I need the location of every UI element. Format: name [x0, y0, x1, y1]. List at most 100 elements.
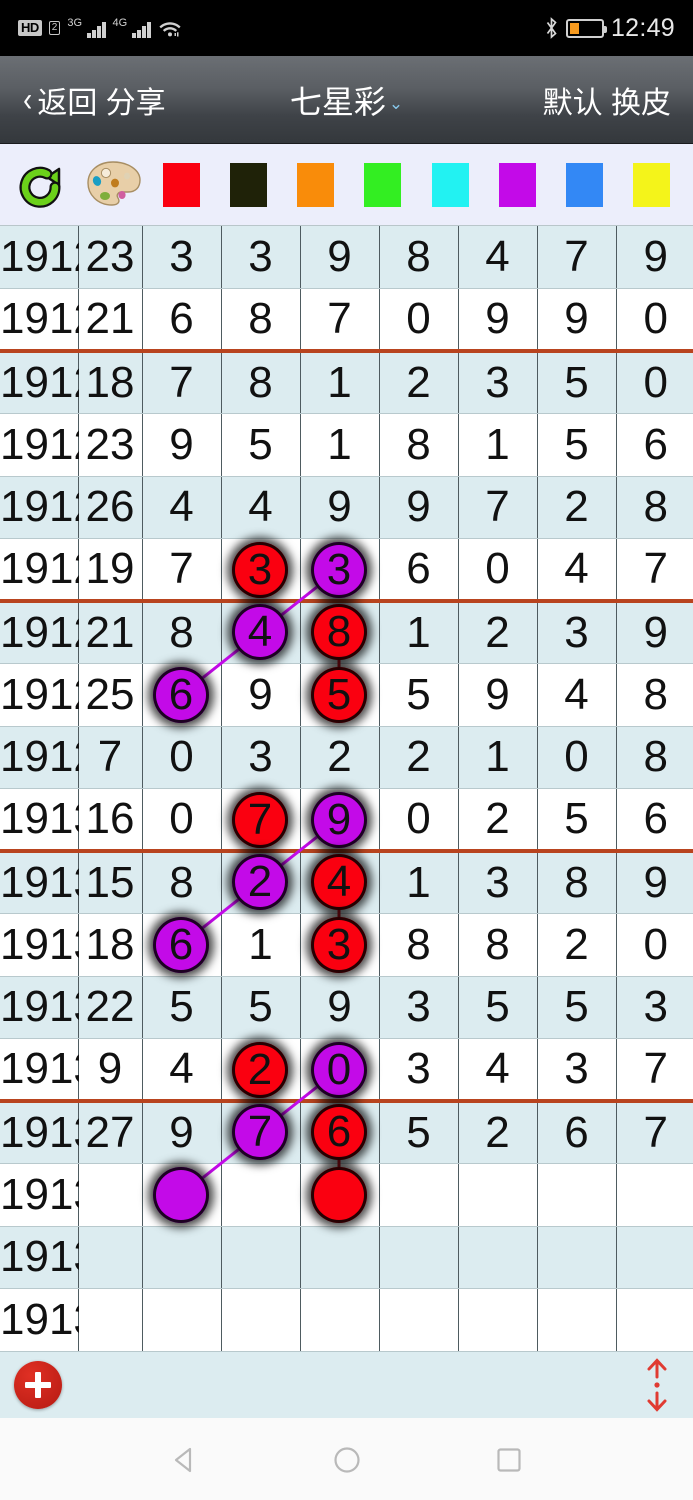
cell-digit[interactable]: 8	[379, 913, 459, 977]
cell-digit[interactable]: 9	[537, 288, 617, 353]
cell-digit[interactable]: 2	[379, 351, 459, 414]
refresh-button[interactable]	[8, 157, 78, 213]
cell-digit[interactable]: 8	[616, 663, 693, 727]
cell-digit[interactable]: 4	[458, 1038, 538, 1103]
cell-digit[interactable]	[458, 1226, 538, 1289]
cell-digit[interactable]: 8	[616, 476, 693, 539]
cell-digit[interactable]: 4	[458, 226, 538, 289]
table-row[interactable]: 19126 19 7 3 3 6 0 4 7	[0, 538, 693, 603]
cell-digit[interactable]: 6	[300, 1101, 380, 1164]
cell-digit[interactable]: 2	[458, 601, 538, 664]
cell-digit[interactable]	[379, 1288, 459, 1352]
cell-digit[interactable]: 4	[142, 1038, 222, 1103]
cell-digit[interactable]: 8	[142, 601, 222, 664]
cell-digit[interactable]: 1	[300, 351, 380, 414]
cell-digit[interactable]: 4	[537, 663, 617, 727]
table-row[interactable]: 19121 23 3 3 9 8 4 7 9	[0, 226, 693, 289]
table-row[interactable]: 19130 16 0 7 9 0 2 5 6	[0, 788, 693, 853]
cell-digit[interactable]: 1	[458, 726, 538, 789]
table-row[interactable]: 19129 7 0 3 2 2 1 0 8	[0, 726, 693, 789]
table-row[interactable]: 19125 26 4 4 9 9 7 2 8	[0, 476, 693, 539]
swatch-black[interactable]	[230, 162, 268, 207]
skin-switch-button[interactable]: 默认 换皮	[543, 78, 671, 122]
cell-digit[interactable]: 3	[379, 976, 459, 1039]
cell-digit[interactable]: 9	[300, 976, 380, 1039]
cell-digit[interactable]: 1	[300, 413, 380, 477]
cell-digit[interactable]	[300, 1226, 380, 1289]
cell-digit[interactable]	[458, 1288, 538, 1352]
table-row[interactable]: 19131 15 8 2 4 1 3 8 9	[0, 851, 693, 914]
cell-digit[interactable]: 5	[300, 663, 380, 727]
cell-digit[interactable]: 5	[458, 976, 538, 1039]
cell-digit[interactable]: 6	[142, 663, 222, 727]
back-triangle-icon[interactable]	[169, 1444, 201, 1476]
cell-digit[interactable]: 2	[300, 726, 380, 789]
cell-digit[interactable]	[300, 1288, 380, 1352]
cell-digit[interactable]: 8	[537, 851, 617, 914]
swatch-yellow[interactable]	[632, 162, 670, 207]
cell-digit[interactable]: 9	[616, 601, 693, 664]
cell-digit[interactable]: 3	[300, 538, 380, 603]
cell-digit[interactable]: 3	[616, 976, 693, 1039]
cell-digit[interactable]: 8	[221, 351, 301, 414]
table-row[interactable]: 19132 18 6 1 3 8 8 2 0	[0, 913, 693, 977]
cell-digit[interactable]: 3	[379, 1038, 459, 1103]
cell-digit[interactable]	[379, 1163, 459, 1227]
cell-digit[interactable]: 0	[142, 788, 222, 853]
cell-digit[interactable]: 6	[142, 913, 222, 977]
cell-digit[interactable]: 5	[379, 1101, 459, 1164]
cell-digit[interactable]	[221, 1163, 301, 1227]
cell-digit[interactable]: 2	[458, 1101, 538, 1164]
cell-digit[interactable]: 7	[221, 788, 301, 853]
cell-digit[interactable]: 5	[537, 413, 617, 477]
cell-digit[interactable]: 9	[142, 1101, 222, 1164]
cell-digit[interactable]: 6	[616, 413, 693, 477]
table-row[interactable]: 19136	[0, 1163, 693, 1227]
add-row-button[interactable]	[14, 1360, 62, 1409]
cell-digit[interactable]: 4	[221, 601, 301, 664]
table-row[interactable]: 19128 25 6 9 5 5 9 4 8	[0, 663, 693, 727]
cell-digit[interactable]	[458, 1163, 538, 1227]
cell-digit[interactable]: 1	[379, 851, 459, 914]
cell-digit[interactable]	[142, 1163, 222, 1227]
cell-digit[interactable]: 7	[616, 1101, 693, 1164]
cell-digit[interactable]: 8	[221, 288, 301, 353]
cell-digit[interactable]: 9	[142, 413, 222, 477]
cell-digit[interactable]: 5	[379, 663, 459, 727]
cell-digit[interactable]: 0	[458, 538, 538, 603]
cell-digit[interactable]: 4	[537, 538, 617, 603]
cell-digit[interactable]: 7	[616, 1038, 693, 1103]
cell-digit[interactable]: 1	[221, 913, 301, 977]
cell-digit[interactable]: 9	[458, 288, 538, 353]
cell-digit[interactable]: 5	[537, 976, 617, 1039]
swatch-magenta[interactable]	[498, 162, 536, 207]
cell-digit[interactable]: 3	[458, 351, 538, 414]
table-row[interactable]: 19122 21 6 8 7 0 9 9 0	[0, 288, 693, 353]
cell-digit[interactable]: 0	[142, 726, 222, 789]
cell-digit[interactable]	[142, 1226, 222, 1289]
table-row[interactable]: 19124 23 9 5 1 8 1 5 6	[0, 413, 693, 477]
swatch-green[interactable]	[364, 162, 402, 207]
table-row[interactable]: 19135 27 9 7 6 5 2 6 7	[0, 1101, 693, 1164]
cell-digit[interactable]: 5	[221, 413, 301, 477]
cell-digit[interactable]: 7	[616, 538, 693, 603]
cell-digit[interactable]: 3	[221, 726, 301, 789]
cell-digit[interactable]: 8	[142, 851, 222, 914]
cell-digit[interactable]: 6	[616, 788, 693, 853]
cell-digit[interactable]: 7	[142, 538, 222, 603]
cell-digit[interactable]: 3	[458, 851, 538, 914]
cell-digit[interactable]: 0	[616, 913, 693, 977]
cell-digit[interactable]: 9	[300, 788, 380, 853]
cell-digit[interactable]: 2	[537, 476, 617, 539]
cell-digit[interactable]: 1	[458, 413, 538, 477]
table-row[interactable]: 19133 22 5 5 9 3 5 5 3	[0, 976, 693, 1039]
cell-digit[interactable]: 3	[537, 601, 617, 664]
cell-digit[interactable]: 7	[221, 1101, 301, 1164]
cell-digit[interactable]: 5	[537, 351, 617, 414]
cell-digit[interactable]	[300, 1163, 380, 1227]
cell-digit[interactable]: 0	[616, 288, 693, 353]
cell-digit[interactable]: 8	[300, 601, 380, 664]
cell-digit[interactable]: 5	[537, 788, 617, 853]
cell-digit[interactable]: 3	[537, 1038, 617, 1103]
cell-digit[interactable]: 0	[616, 351, 693, 414]
